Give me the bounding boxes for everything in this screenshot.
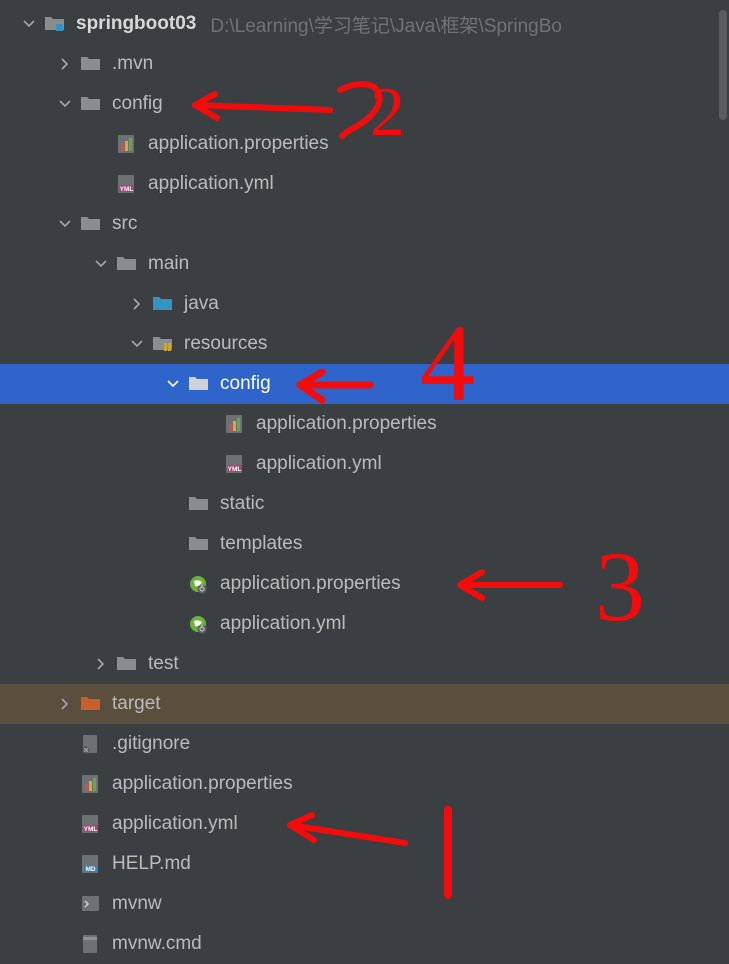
scrollbar-thumb[interactable] (719, 10, 727, 120)
tree-row-java[interactable]: java (0, 284, 729, 324)
node-label: application.properties (220, 573, 401, 595)
node-label: application.yml (220, 613, 346, 635)
node-label: HELP.md (112, 853, 191, 875)
node-label: .gitignore (112, 733, 190, 755)
folder-icon (116, 653, 138, 675)
tree-row-mvn[interactable]: .mvn (0, 44, 729, 84)
project-tree[interactable]: springboot03 D:\Learning\学习笔记\Java\框架\Sp… (0, 0, 729, 964)
node-label: application.yml (148, 173, 274, 195)
tree-row-res-config-props[interactable]: application.properties (0, 404, 729, 444)
properties-file-icon (116, 133, 138, 155)
node-label: mvnw.cmd (112, 933, 202, 955)
node-label: templates (220, 533, 302, 555)
tree-row-target[interactable]: target (0, 684, 729, 724)
tree-row-config-props[interactable]: application.properties (0, 124, 729, 164)
project-path: D:\Learning\学习笔记\Java\框架\SpringBo (210, 11, 562, 38)
node-label: application.yml (256, 453, 382, 475)
file-icon (80, 933, 102, 955)
tree-row-help[interactable]: HELP.md (0, 844, 729, 884)
tree-row-mvnw-cmd[interactable]: mvnw.cmd (0, 924, 729, 964)
tree-row-main[interactable]: main (0, 244, 729, 284)
chevron-right-icon[interactable] (56, 55, 74, 73)
properties-file-icon (80, 773, 102, 795)
chevron-down-icon[interactable] (56, 95, 74, 113)
chevron-right-icon[interactable] (92, 655, 110, 673)
file-icon (80, 733, 102, 755)
folder-icon (188, 493, 210, 515)
folder-icon (188, 373, 210, 395)
tree-row-mvnw[interactable]: mvnw (0, 884, 729, 924)
properties-file-icon (224, 413, 246, 435)
folder-icon (80, 53, 102, 75)
node-label: src (112, 213, 137, 235)
tree-row-res-yml[interactable]: application.yml (0, 604, 729, 644)
folder-icon (188, 533, 210, 555)
node-label: application.properties (148, 133, 329, 155)
module-folder-icon (44, 13, 66, 35)
chevron-down-icon[interactable] (92, 255, 110, 273)
yml-file-icon (116, 173, 138, 195)
node-label: .mvn (112, 53, 153, 75)
node-label: target (112, 693, 161, 715)
node-label: static (220, 493, 264, 515)
chevron-down-icon[interactable] (56, 215, 74, 233)
tree-row-static[interactable]: static (0, 484, 729, 524)
tree-row-src[interactable]: src (0, 204, 729, 244)
project-name: springboot03 (76, 13, 196, 35)
resources-folder-icon (152, 333, 174, 355)
chevron-down-icon[interactable] (164, 375, 182, 393)
folder-icon (80, 93, 102, 115)
tree-row-gitignore[interactable]: .gitignore (0, 724, 729, 764)
markdown-file-icon (80, 853, 102, 875)
folder-icon (116, 253, 138, 275)
node-label: config (220, 373, 271, 395)
tree-row-resources[interactable]: resources (0, 324, 729, 364)
shell-file-icon (80, 893, 102, 915)
folder-icon (80, 213, 102, 235)
source-folder-icon (152, 293, 174, 315)
tree-row-root[interactable]: springboot03 D:\Learning\学习笔记\Java\框架\Sp… (0, 4, 729, 44)
tree-row-config[interactable]: config (0, 84, 729, 124)
tree-row-root-yml[interactable]: application.yml (0, 804, 729, 844)
node-label: java (184, 293, 219, 315)
node-label: resources (184, 333, 267, 355)
chevron-down-icon[interactable] (20, 15, 38, 33)
tree-row-res-config[interactable]: config (0, 364, 729, 404)
node-label: application.properties (112, 773, 293, 795)
tree-row-res-config-yml[interactable]: application.yml (0, 444, 729, 484)
node-label: config (112, 93, 163, 115)
chevron-right-icon[interactable] (56, 695, 74, 713)
target-folder-icon (80, 693, 102, 715)
node-label: application.yml (112, 813, 238, 835)
chevron-right-icon[interactable] (128, 295, 146, 313)
yml-file-icon (80, 813, 102, 835)
tree-row-config-yml[interactable]: application.yml (0, 164, 729, 204)
node-label: mvnw (112, 893, 162, 915)
spring-config-icon (188, 573, 210, 595)
tree-row-res-props[interactable]: application.properties (0, 564, 729, 604)
spring-config-icon (188, 613, 210, 635)
node-label: test (148, 653, 179, 675)
yml-file-icon (224, 453, 246, 475)
chevron-down-icon[interactable] (128, 335, 146, 353)
node-label: main (148, 253, 189, 275)
tree-row-test[interactable]: test (0, 644, 729, 684)
tree-row-root-props[interactable]: application.properties (0, 764, 729, 804)
node-label: application.properties (256, 413, 437, 435)
tree-row-templates[interactable]: templates (0, 524, 729, 564)
